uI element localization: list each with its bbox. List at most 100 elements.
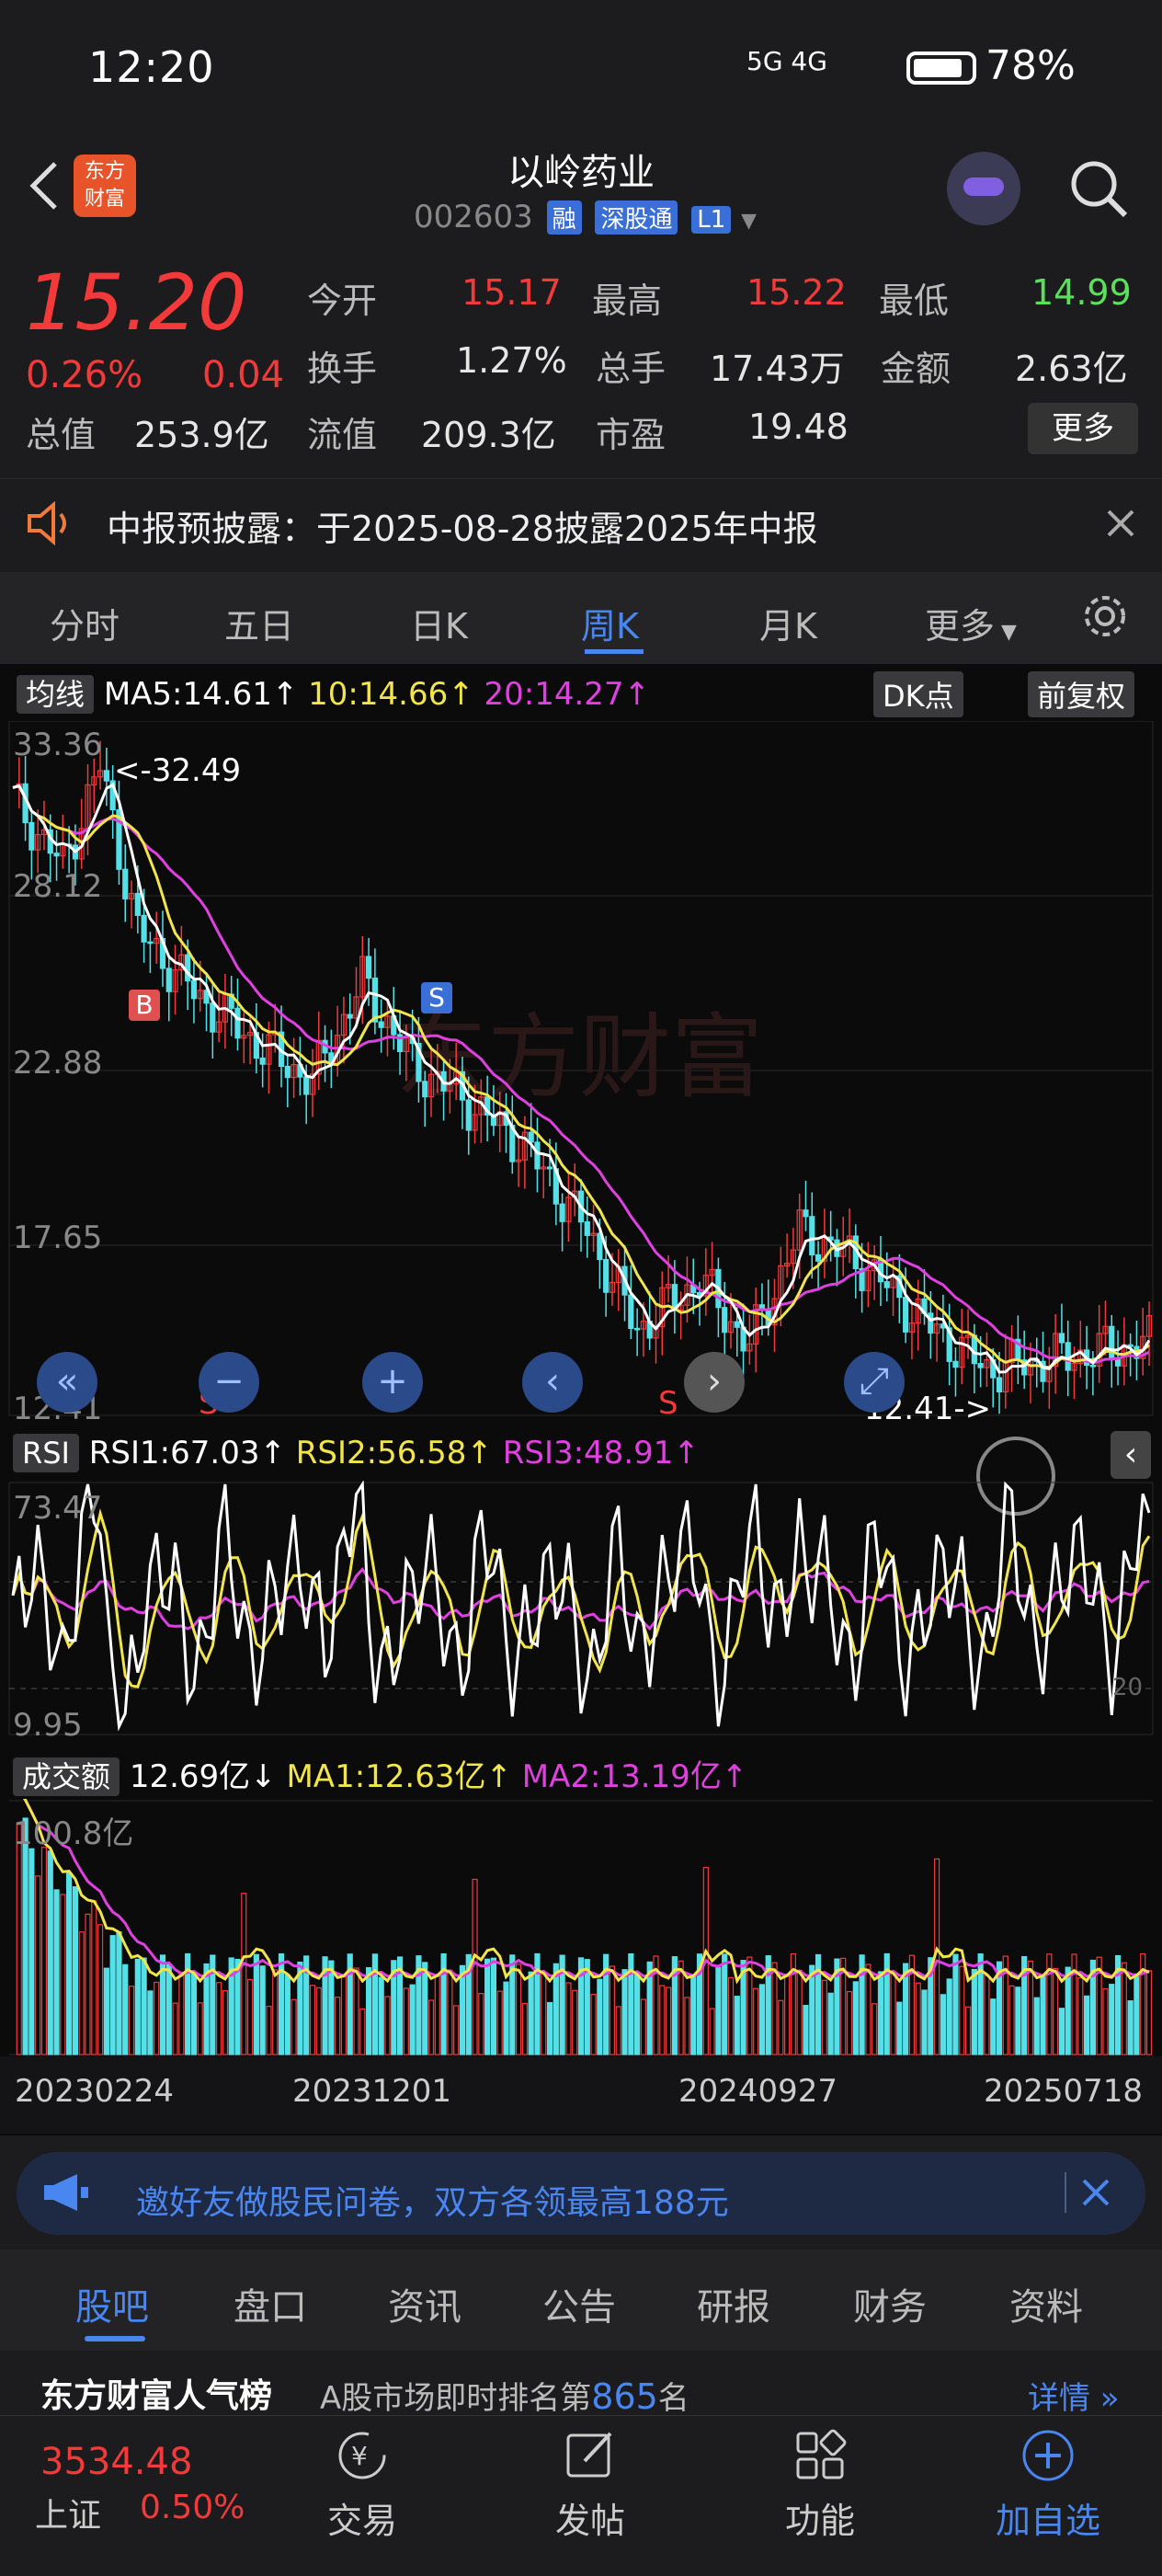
tab-research[interactable]: 研报 [697,2277,770,2330]
volume-bar [97,1924,104,2055]
tag-margin: 融 [546,200,582,235]
tab-forum[interactable]: 股吧 [75,2277,149,2330]
pe-value: 19.48 [748,406,849,447]
tab-financials[interactable]: 财务 [853,2277,927,2330]
price-axis-4: 17.65 [13,1219,103,1256]
zoom-in-button[interactable]: + [362,1352,423,1413]
kline-chart[interactable]: 东方财富 [0,721,1162,1420]
volume-bar [434,1974,440,2055]
scroll-right-button[interactable]: › [684,1352,745,1413]
function-icon[interactable] [792,2428,848,2483]
volume-bar [447,1969,453,2055]
banner-close-icon[interactable] [1081,2178,1111,2207]
volume-bar [1053,1967,1059,2055]
volume-bar [827,1992,834,2055]
tab-intraday[interactable]: 分时 [50,598,120,648]
volume-bar [478,1993,484,2055]
tab-announcements[interactable]: 公告 [542,2277,616,2330]
more-button[interactable]: 更多 [1028,403,1138,454]
rsi-select[interactable]: RSI [13,1434,79,1472]
tab-daily-k[interactable]: 日K [410,598,468,648]
stock-code-row[interactable]: 002603 融 深股通 L1 ▼ [414,199,757,235]
volume-bar [722,1953,728,2055]
volume-chart[interactable] [0,1799,1162,2056]
nav-post[interactable]: 发帖 [507,2492,673,2543]
tab-more[interactable]: 更多 ▼ [925,598,1017,648]
volume-bar [40,1847,48,2055]
index-name: 上证 [35,2497,102,2535]
nav-add-watchlist[interactable]: 加自选 [965,2492,1131,2543]
tab-active-underline [585,649,644,654]
volume-bar [490,1957,497,2055]
index-value[interactable]: 3534.48 [40,2441,192,2483]
mcap-label: 总值 [26,415,97,455]
close-icon[interactable] [1105,508,1136,539]
volume-bar [665,1986,672,2055]
tab-weekly-k[interactable]: 周K [581,598,639,648]
volume-bar [821,1979,827,2055]
gear-icon[interactable] [1081,592,1129,640]
volume-bar [1077,1977,1084,2055]
post-icon[interactable] [563,2428,618,2483]
candle-body [559,1203,565,1222]
assistant-avatar-icon[interactable] [947,152,1020,225]
date-label-1: 20230224 [15,2073,175,2110]
volume-bar [496,1990,503,2055]
volume-bar [597,1978,603,2055]
volume-bar [1008,1985,1015,2055]
candle-body [141,914,147,943]
zoom-out-button[interactable]: − [199,1352,259,1413]
candle-body [103,770,109,782]
sell-marker[interactable]: S [421,982,452,1013]
scroll-left-fast-button[interactable]: « [37,1352,97,1413]
volume-bar [758,1984,766,2055]
candle-body [378,1021,384,1028]
candle-body [371,978,378,1023]
scroll-left-button[interactable]: ‹ [522,1352,583,1413]
volume-bar [53,1889,60,2055]
collapse-panel-button[interactable]: ‹ [1111,1431,1151,1479]
candle-body [528,1131,534,1143]
high-label: 最高 [592,280,663,321]
volume-bar [128,1986,135,2055]
tab-news[interactable]: 资讯 [388,2277,461,2330]
ma-legend: 均线 MA5:14.61↑ 10:14.66↑ 20:14.27↑ [17,671,650,714]
open-value: 15.17 [461,272,562,313]
add-watchlist-icon[interactable] [1020,2428,1076,2483]
nav-function[interactable]: 功能 [737,2492,903,2543]
tab-monthly-k[interactable]: 月K [759,598,817,648]
rsi-chart[interactable] [0,1481,1162,1738]
rank-detail-link[interactable]: 详情 » [1028,2373,1120,2418]
trade-icon[interactable]: ¥ [335,2428,390,2483]
candle-body [722,1307,728,1334]
volume-select[interactable]: 成交额 [13,1757,120,1796]
tab-orderbook[interactable]: 盘口 [234,2277,307,2330]
volume-value-latest: 12.69亿↓ [129,1758,277,1795]
volume-bar [216,1982,222,2055]
volume-bar [453,2005,460,2055]
volume-bar [846,1990,853,2055]
search-icon[interactable] [1066,156,1131,221]
promo-text: 邀好友做股民问卷，双方各领最高188元 [136,2184,729,2222]
candle-body [365,956,372,979]
volume-bar [259,1965,266,2055]
dk-point-button[interactable]: DK点 [873,671,963,717]
tab-profile[interactable]: 资料 [1009,2277,1083,2330]
fullscreen-button[interactable]: ⤢ [844,1352,905,1413]
volume-bar [709,2008,715,2055]
volume-bar [403,1987,409,2055]
volume-bar [47,1850,53,2055]
sell-marker-low-2: S [658,1385,678,1422]
volume-bar [328,1960,335,2055]
index-percent: 0.50% [140,2489,245,2526]
volume-bar [971,1968,977,2055]
buy-marker[interactable]: B [129,990,160,1021]
volume-bar [921,1989,928,2055]
volume-bar [116,1931,122,2055]
volume-bar [72,1885,79,2055]
tab-five-day[interactable]: 五日 [224,598,294,648]
indicator-select[interactable]: 均线 [17,675,95,714]
adjust-button[interactable]: 前复权 [1028,671,1135,717]
volume-bar [503,1981,509,2055]
nav-trade[interactable]: 交易 [279,2492,445,2543]
